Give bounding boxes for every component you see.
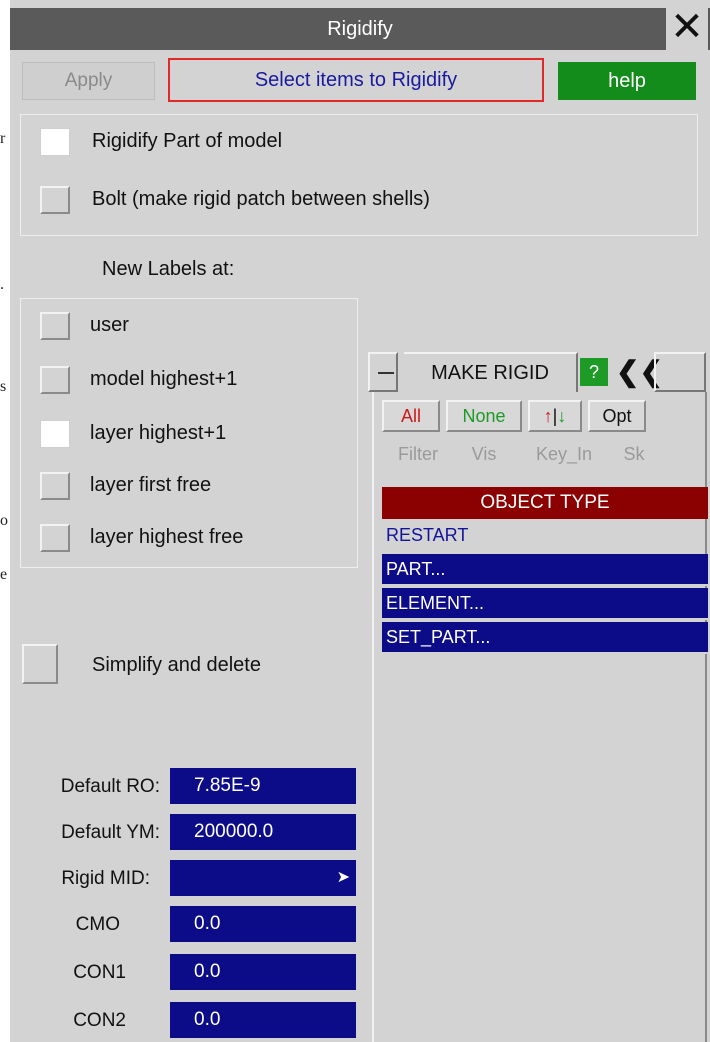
stray-glyph: e: [0, 566, 8, 583]
panel-corner-button[interactable]: [654, 352, 706, 392]
default-ym-field[interactable]: 200000.0: [170, 814, 356, 850]
dialog-title: Rigidify: [327, 18, 393, 40]
con1-label: CON1: [73, 962, 126, 983]
simplify-label: Simplify and delete: [92, 654, 261, 676]
stray-glyph: o: [0, 512, 8, 529]
layer-highest-radio[interactable]: [40, 420, 70, 448]
rigidify-part-checkbox[interactable]: [40, 128, 70, 156]
make-rigid-title: MAKE RIGID: [404, 352, 578, 392]
layer-first-free-radio[interactable]: [40, 472, 70, 500]
cmo-label: CMO: [75, 914, 120, 935]
bolt-label: Bolt (make rigid patch between shells): [92, 188, 430, 210]
bolt-checkbox[interactable]: [40, 186, 70, 214]
make-rigid-panel: MAKE RIGID ? ❮❮ All None ↑|↓ Opt Filter …: [368, 352, 710, 1042]
chevron-left-icon[interactable]: ❮❮: [616, 354, 663, 390]
close-icon[interactable]: ✕: [666, 7, 708, 50]
arrow-down-icon: ↓: [557, 406, 567, 426]
user-label: user: [90, 314, 129, 336]
default-ym-label: Default YM:: [61, 822, 160, 843]
select-all-button[interactable]: All: [382, 400, 440, 432]
reverse-selection-button[interactable]: ↑|↓: [528, 400, 582, 432]
select-none-button[interactable]: None: [446, 400, 522, 432]
sketch-button[interactable]: Sk: [614, 440, 654, 472]
arrow-up-icon: ↑: [543, 406, 553, 426]
con2-field[interactable]: 0.0: [170, 1002, 356, 1038]
model-highest-radio[interactable]: [40, 366, 70, 394]
con1-field[interactable]: 0.0: [170, 954, 356, 990]
cmo-field[interactable]: 0.0: [170, 906, 356, 942]
simplify-checkbox[interactable]: [22, 644, 58, 684]
rigid-mid-field[interactable]: ➤: [170, 860, 356, 896]
rigidify-dialog: Rigidify ✕ Apply Select items to Rigidif…: [10, 0, 710, 1042]
object-type-item[interactable]: SET_PART...: [382, 622, 708, 654]
stray-glyph: s: [0, 378, 7, 395]
key-in-button[interactable]: Key_In: [520, 440, 608, 472]
collapse-panel-button[interactable]: [368, 352, 398, 392]
user-radio[interactable]: [40, 312, 70, 340]
new-labels-heading: New Labels at:: [102, 258, 235, 280]
help-button[interactable]: help: [558, 62, 696, 100]
object-type-header: OBJECT TYPE: [382, 487, 708, 519]
rigidify-part-label: Rigidify Part of model: [92, 130, 283, 152]
object-type-item[interactable]: ELEMENT...: [382, 588, 708, 620]
apply-button[interactable]: Apply: [22, 62, 155, 100]
stray-glyph: r: [0, 130, 6, 147]
layer-first-free-label: layer first free: [90, 474, 212, 496]
object-type-item[interactable]: PART...: [382, 554, 708, 586]
filter-button[interactable]: Filter: [386, 440, 450, 472]
default-ro-label: Default RO:: [60, 776, 160, 797]
vis-button[interactable]: Vis: [458, 440, 510, 472]
rigid-mid-label: Rigid MID:: [61, 868, 150, 889]
layer-highest-free-label: layer highest free: [90, 526, 244, 548]
dialog-title-bar[interactable]: Rigidify ✕: [10, 7, 710, 50]
minus-icon: [378, 372, 394, 374]
model-highest-label: model highest+1: [90, 368, 238, 390]
pointer-arrow-icon[interactable]: ➤: [337, 860, 350, 896]
make-rigid-help-button[interactable]: ?: [580, 358, 608, 386]
layer-highest-free-radio[interactable]: [40, 524, 70, 552]
select-items-button[interactable]: Select items to Rigidify: [168, 58, 544, 102]
con2-label: CON2: [73, 1010, 126, 1031]
options-button[interactable]: Opt: [588, 400, 646, 432]
object-type-item[interactable]: RESTART: [382, 520, 708, 552]
default-ro-field[interactable]: 7.85E-9: [170, 768, 356, 804]
stray-glyph: .: [0, 276, 4, 293]
layer-highest-label: layer highest+1: [90, 422, 227, 444]
